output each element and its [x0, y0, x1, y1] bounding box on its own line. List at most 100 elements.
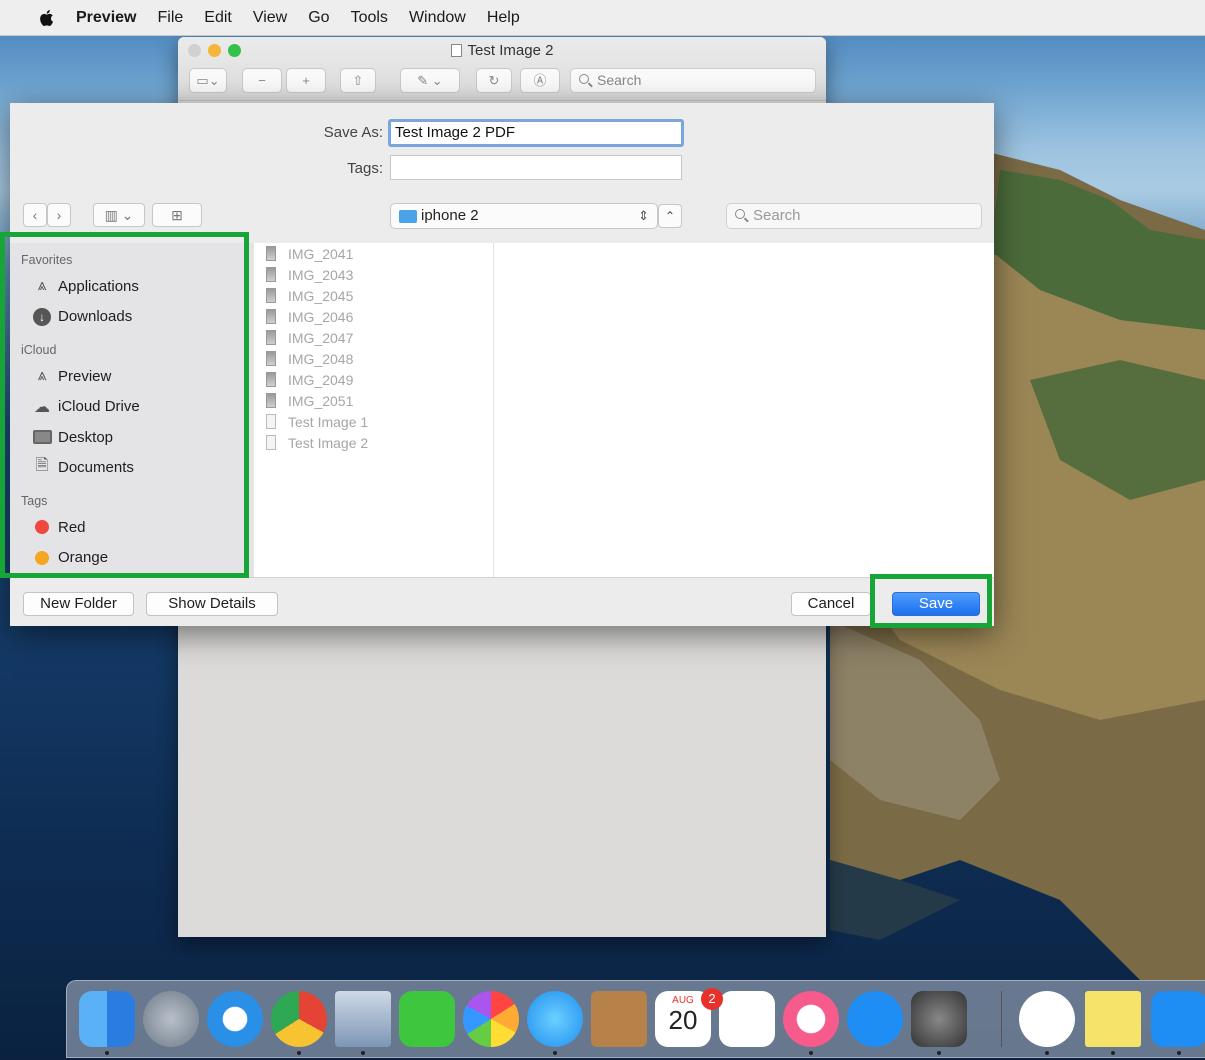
menu-file[interactable]: File [157, 9, 183, 27]
image-file-icon [266, 246, 276, 261]
chrome-icon[interactable] [271, 991, 327, 1047]
cancel-button[interactable]: Cancel [791, 592, 871, 616]
show-details-button[interactable]: Show Details [146, 592, 278, 616]
annotate-button[interactable]: Ⓐ [520, 68, 560, 93]
tags-label: Tags: [347, 160, 383, 177]
search-icon [579, 74, 589, 84]
finder-icon[interactable] [79, 991, 135, 1047]
zoom-in-button[interactable]: + [286, 68, 326, 93]
menu-help[interactable]: Help [487, 9, 520, 27]
file-row: Test Image 1 [254, 411, 493, 432]
messages-icon[interactable] [527, 991, 583, 1047]
file-name: IMG_2041 [288, 245, 354, 262]
facetime-icon[interactable] [399, 991, 455, 1047]
sidebar-toggle-button[interactable]: ▭⌄ [189, 68, 227, 93]
photos-icon[interactable] [463, 991, 519, 1047]
sidebar-item-label: Documents [58, 459, 134, 477]
location-label: iphone 2 [421, 207, 479, 224]
image-file-icon [266, 288, 276, 303]
save-button[interactable]: Save [892, 592, 980, 616]
file-row: Test Image 2 [254, 432, 493, 453]
sidebar-section-tags: Tags [21, 494, 48, 508]
sidebar-item-label: Applications [58, 277, 139, 295]
save-as-label: Save As: [323, 124, 383, 141]
sidebar-item-label: Preview [58, 367, 112, 385]
sidebar-item-label: Orange [58, 549, 109, 567]
teamviewer-icon[interactable] [1151, 991, 1205, 1047]
contacts-icon[interactable] [591, 991, 647, 1047]
cloud-icon: ☁ [34, 398, 50, 416]
file-preview-column [494, 243, 994, 577]
system-preferences-icon[interactable] [911, 991, 967, 1047]
sidebar-item-applications[interactable]: ⩓ Applications [10, 271, 254, 302]
preview-search-placeholder: Search [597, 72, 642, 88]
menu-go[interactable]: Go [308, 9, 329, 27]
sidebar-item-downloads[interactable]: ↓ Downloads [10, 302, 254, 333]
menu-view[interactable]: View [253, 9, 287, 27]
sidebar-item-documents[interactable]: 🗎 Documents [10, 453, 254, 484]
documents-icon: 🗎 [35, 457, 49, 475]
chevron-updown-icon: ⇕ [638, 208, 649, 223]
sidebar-item-preview[interactable]: ⩓ Preview [10, 361, 254, 392]
file-name: IMG_2048 [288, 350, 354, 367]
app-store-icon[interactable] [847, 991, 903, 1047]
menu-edit[interactable]: Edit [204, 9, 232, 27]
new-folder-button[interactable]: New Folder [23, 592, 134, 616]
view-mode-button[interactable]: ▥ ⌄ [93, 203, 145, 227]
sidebar-item-label: Red [58, 518, 86, 536]
file-name: IMG_2046 [288, 308, 354, 325]
image-file-icon [266, 372, 276, 387]
running-indicator [361, 1051, 365, 1055]
parallels-icon[interactable] [1019, 991, 1075, 1047]
orange-tag-icon [32, 548, 52, 568]
music-icon[interactable] [783, 991, 839, 1047]
stickies-icon[interactable] [1085, 991, 1141, 1047]
menu-tools[interactable]: Tools [351, 9, 388, 27]
back-button[interactable]: ‹ [23, 203, 47, 227]
location-popup[interactable]: iphone 2 ⇕ [390, 203, 658, 229]
document-file-icon [266, 414, 276, 429]
preview-titlebar: Test Image 2 ▭⌄ − + ⇧ ✎ ⌄ ↻ Ⓐ Search [178, 37, 826, 101]
sidebar-section-favorites: Favorites [21, 253, 73, 267]
preview-icon[interactable] [335, 991, 391, 1047]
save-as-field[interactable]: Test Image 2 PDF [388, 119, 684, 147]
reminders-icon[interactable] [719, 991, 775, 1047]
sidebar-item-icloud-drive[interactable]: ☁ iCloud Drive [10, 392, 254, 423]
image-file-icon [266, 330, 276, 345]
share-button[interactable]: ⇧ [340, 68, 376, 93]
running-indicator [937, 1051, 941, 1055]
sidebar-item-tag-red[interactable]: Red [10, 512, 254, 543]
applications-icon: ⩓ [37, 277, 47, 295]
rotate-button[interactable]: ↻ [476, 68, 512, 93]
tags-field[interactable] [390, 155, 682, 180]
collapse-dialog-button[interactable]: ⌃ [658, 204, 682, 228]
downloads-icon: ↓ [32, 307, 52, 327]
window-title-text: Test Image 2 [467, 42, 554, 59]
sidebar-item-tag-orange[interactable]: Orange [10, 543, 254, 574]
file-name: IMG_2049 [288, 371, 354, 388]
sidebar-item-desktop[interactable]: Desktop [10, 422, 254, 453]
sheet-search-placeholder: Search [753, 207, 801, 224]
apple-menu-icon[interactable] [38, 9, 54, 27]
safari-icon[interactable] [207, 991, 263, 1047]
markup-pen-button[interactable]: ✎ ⌄ [400, 68, 460, 93]
sidebar-item-label: Downloads [58, 308, 133, 326]
sheet-search-field[interactable]: Search [726, 203, 982, 229]
running-indicator [1111, 1051, 1115, 1055]
file-row: IMG_2041 [254, 243, 493, 264]
menu-window[interactable]: Window [409, 9, 466, 27]
file-row: IMG_2049 [254, 369, 493, 390]
running-indicator [1177, 1051, 1181, 1055]
file-name: IMG_2047 [288, 329, 354, 346]
file-name: IMG_2045 [288, 287, 354, 304]
launchpad-icon[interactable] [143, 991, 199, 1047]
menu-bar: Preview File Edit View Go Tools Window H… [0, 0, 1205, 36]
new-folder-icon[interactable]: ⊞ [152, 203, 202, 227]
preview-search-field[interactable]: Search [570, 68, 816, 93]
menu-app-name[interactable]: Preview [76, 9, 136, 27]
dialog-button-bar: New Folder Show Details Cancel Save [10, 577, 994, 626]
sidebar-section-icloud: iCloud [21, 343, 57, 357]
zoom-out-button[interactable]: − [242, 68, 282, 93]
forward-button[interactable]: › [47, 203, 71, 227]
navigation-bar: ‹ › ▥ ⌄ ⊞ iphone 2 ⇕ ⌃ Search [10, 203, 994, 241]
